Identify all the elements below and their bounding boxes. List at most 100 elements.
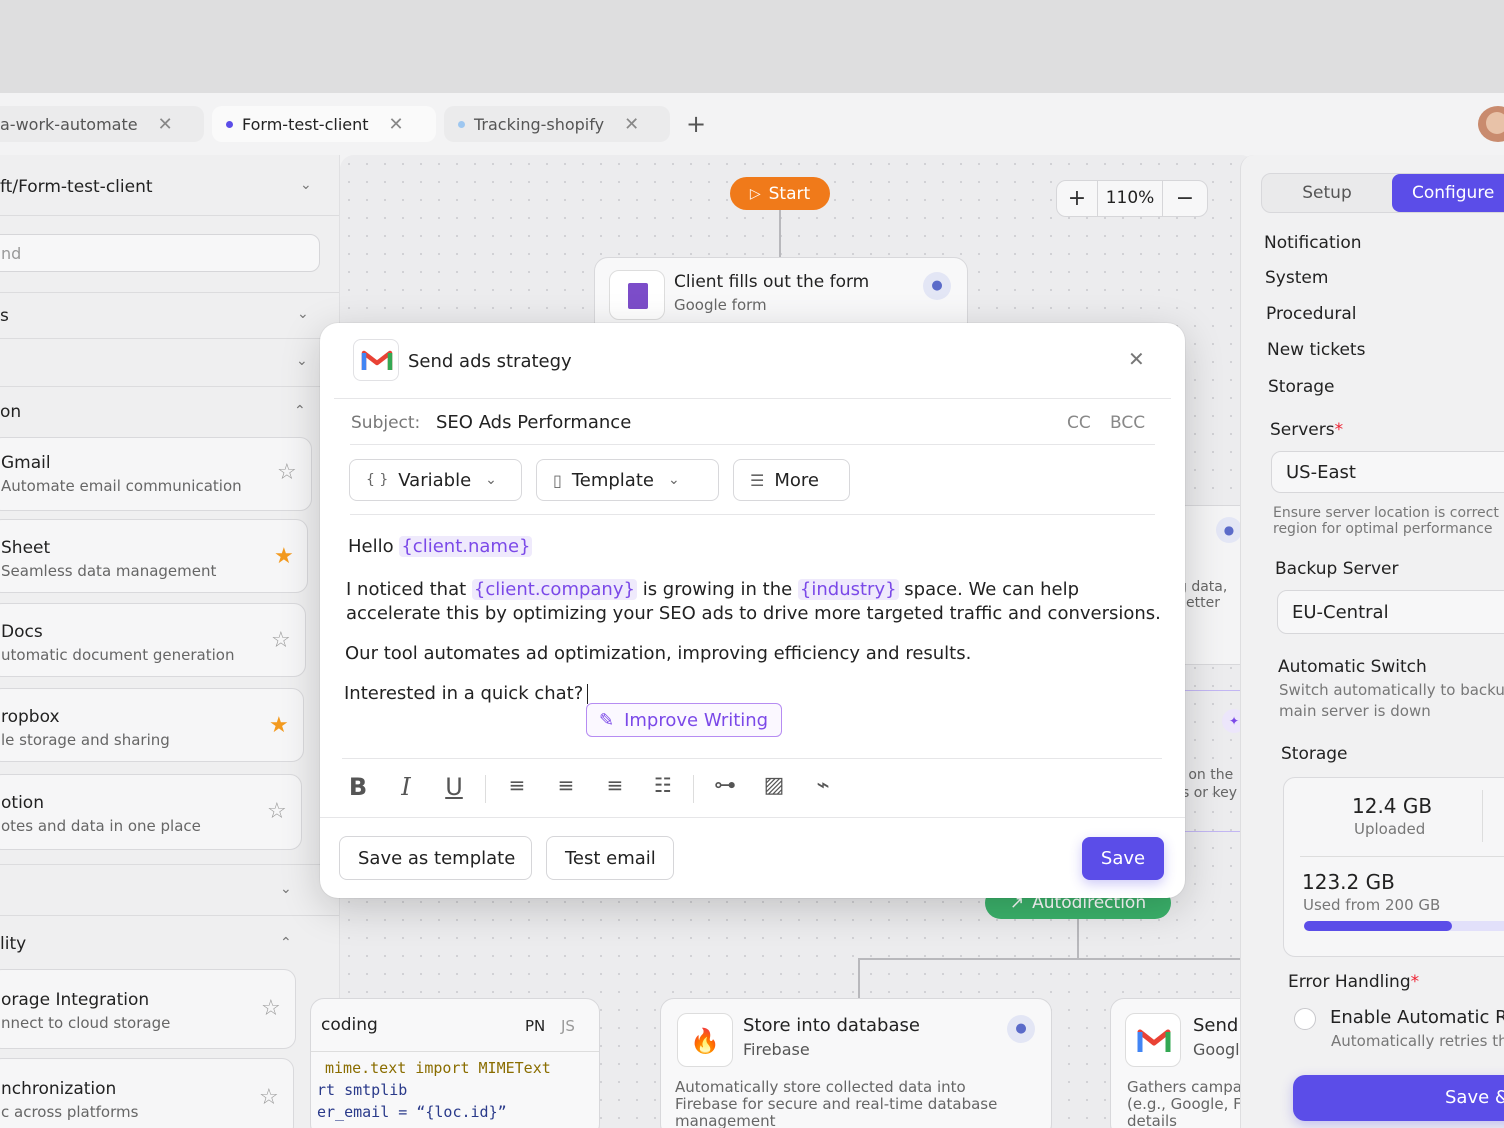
menu-procedural[interactable]: Procedural — [1266, 304, 1356, 324]
align-left-icon[interactable]: ≡ — [502, 773, 532, 797]
integration-card-sync[interactable]: nchronization c across platforms ☆ — [0, 1058, 294, 1128]
node-fragment: l on the — [1180, 767, 1234, 783]
integration-card-sheet[interactable]: Sheet Seamless data management ★ — [0, 519, 308, 593]
lang-tab-py[interactable]: PN — [525, 1017, 545, 1035]
integration-card-dropbox[interactable]: ropbox le storage and sharing ★ — [0, 688, 304, 762]
chevron-down-icon[interactable]: ⌄ — [297, 306, 309, 322]
bold-icon[interactable]: B — [343, 773, 373, 801]
integration-card-notion[interactable]: otion otes and data in one place ☆ — [0, 774, 302, 850]
close-icon[interactable]: ✕ — [158, 114, 173, 135]
menu-notification[interactable]: Notification — [1264, 233, 1362, 253]
code-node[interactable]: coding PN JS mime.text import MIMEText r… — [310, 998, 600, 1128]
underline-icon[interactable]: U — [439, 773, 469, 801]
start-label: Start — [768, 183, 811, 204]
menu-new-tickets[interactable]: New tickets — [1267, 340, 1365, 360]
variable-dropdown[interactable]: { } Variable ⌄ — [349, 459, 522, 501]
auto-switch-hint: Switch automatically to backu — [1279, 681, 1504, 699]
servers-select[interactable]: US-East — [1271, 451, 1504, 493]
body-line-5[interactable]: Interested in a quick chat? — [344, 683, 589, 704]
node-subtitle: Google form — [674, 296, 767, 314]
tab-tracking-shopify[interactable]: Tracking-shopify ✕ — [444, 106, 670, 142]
tab-work-automate[interactable]: a-work-automate ✕ — [0, 106, 204, 142]
bullet-list-icon[interactable]: ☷ — [648, 773, 678, 797]
backup-select[interactable]: EU-Central — [1277, 590, 1504, 634]
servers-label: Servers* — [1270, 420, 1344, 440]
save-config-button[interactable]: Save & — [1293, 1075, 1504, 1121]
add-tab-button[interactable]: + — [686, 110, 706, 138]
body-line-4[interactable]: Our tool automates ad optimization, impr… — [345, 643, 971, 664]
node-desc: details — [1127, 1112, 1177, 1128]
save-button[interactable]: Save — [1082, 837, 1164, 880]
chevron-up-icon[interactable]: ⌃ — [280, 935, 292, 951]
subject-input[interactable]: SEO Ads Performance — [436, 412, 631, 433]
card-title: Sheet — [1, 538, 51, 558]
lang-tab-js[interactable]: JS — [561, 1017, 575, 1035]
chevron-down-icon[interactable]: ⌄ — [300, 177, 312, 193]
close-icon[interactable]: ✕ — [389, 114, 404, 135]
chevron-down-icon[interactable]: ⌄ — [296, 353, 308, 369]
star-outline-icon[interactable]: ☆ — [259, 1085, 279, 1110]
node-title: Client fills out the form — [674, 272, 870, 292]
database-node[interactable]: 🔥 Store into database Firebase ● Automat… — [660, 998, 1052, 1128]
tab-configure[interactable]: Configure — [1392, 174, 1504, 212]
node-desc: management — [675, 1112, 776, 1128]
link-icon[interactable]: ⊶ — [710, 773, 740, 798]
node-desc: (e.g., Google, Fac — [1127, 1095, 1258, 1113]
variable-token[interactable]: {client.name} — [399, 536, 533, 557]
menu-system[interactable]: System — [1265, 268, 1328, 288]
body-line-2[interactable]: I noticed that {client.company} is growi… — [346, 579, 1079, 600]
code-line: mime.text import MIMEText — [325, 1059, 551, 1077]
menu-storage[interactable]: Storage — [1268, 377, 1335, 397]
tab-form-test-client[interactable]: Form-test-client ✕ — [212, 106, 436, 142]
chevron-down-icon: ⌄ — [667, 472, 680, 488]
node-fragment: g data, — [1178, 579, 1228, 595]
storage-progress — [1304, 921, 1504, 931]
star-filled-icon[interactable]: ★ — [274, 544, 294, 569]
chevron-down-icon[interactable]: ⌄ — [280, 881, 292, 897]
integration-card-gmail[interactable]: Gmail Automate email communication ☆ — [0, 437, 312, 511]
search-input[interactable]: nd — [0, 234, 320, 272]
variable-token[interactable]: {industry} — [797, 579, 899, 600]
integration-card-docs[interactable]: Docs utomatic document generation ☆ — [0, 603, 306, 677]
more-button[interactable]: ☰ More — [733, 459, 850, 501]
star-outline-icon[interactable]: ☆ — [261, 996, 281, 1021]
breadcrumb[interactable]: ft/Form-test-client — [0, 177, 153, 197]
variable-token[interactable]: {client.company} — [471, 579, 637, 600]
card-desc: utomatic document generation — [1, 646, 235, 664]
used-value: 123.2 GB — [1302, 870, 1395, 894]
close-icon[interactable]: ✕ — [1128, 347, 1145, 371]
google-forms-icon — [609, 270, 665, 320]
zoom-out-button[interactable]: − — [1163, 186, 1207, 211]
start-node[interactable]: ▷ Start — [730, 177, 830, 210]
section-header[interactable]: on — [0, 402, 21, 422]
close-icon[interactable]: ✕ — [624, 114, 639, 135]
section-header[interactable]: lity — [0, 934, 26, 954]
improve-writing-button[interactable]: ✎ Improve Writing — [586, 703, 782, 737]
section-header[interactable]: s — [0, 306, 9, 326]
image-icon[interactable]: ▨ — [759, 773, 789, 798]
node-desc: Firebase for secure and real-time databa… — [675, 1095, 998, 1113]
italic-icon[interactable]: I — [391, 773, 421, 801]
align-center-icon[interactable]: ≡ — [551, 773, 581, 797]
body-line-1[interactable]: Hello {client.name} — [348, 536, 533, 557]
star-outline-icon[interactable]: ☆ — [267, 799, 287, 824]
integration-card-storage[interactable]: orage Integration nnect to cloud storage… — [0, 969, 296, 1049]
body-line-3[interactable]: accelerate this by optimizing your SEO a… — [346, 603, 1161, 624]
star-outline-icon[interactable]: ☆ — [277, 460, 297, 485]
panel-tabs: Setup Configure — [1261, 173, 1504, 213]
enable-retry-radio[interactable] — [1294, 1008, 1316, 1030]
cc-button[interactable]: CC — [1067, 413, 1091, 433]
user-icon: ● — [1007, 1015, 1035, 1043]
tab-setup[interactable]: Setup — [1262, 174, 1392, 212]
chevron-up-icon[interactable]: ⌃ — [294, 403, 306, 419]
test-email-button[interactable]: Test email — [546, 836, 674, 880]
save-as-template-button[interactable]: Save as template — [339, 836, 532, 880]
star-outline-icon[interactable]: ☆ — [271, 628, 291, 653]
template-dropdown[interactable]: ▯ Template ⌄ — [536, 459, 719, 501]
bcc-button[interactable]: BCC — [1110, 413, 1145, 433]
star-filled-icon[interactable]: ★ — [269, 713, 289, 738]
attachment-icon[interactable]: ⌁ — [808, 773, 838, 798]
align-right-icon[interactable]: ≡ — [600, 773, 630, 797]
zoom-in-button[interactable]: + — [1057, 186, 1097, 211]
card-title: ropbox — [1, 707, 60, 727]
